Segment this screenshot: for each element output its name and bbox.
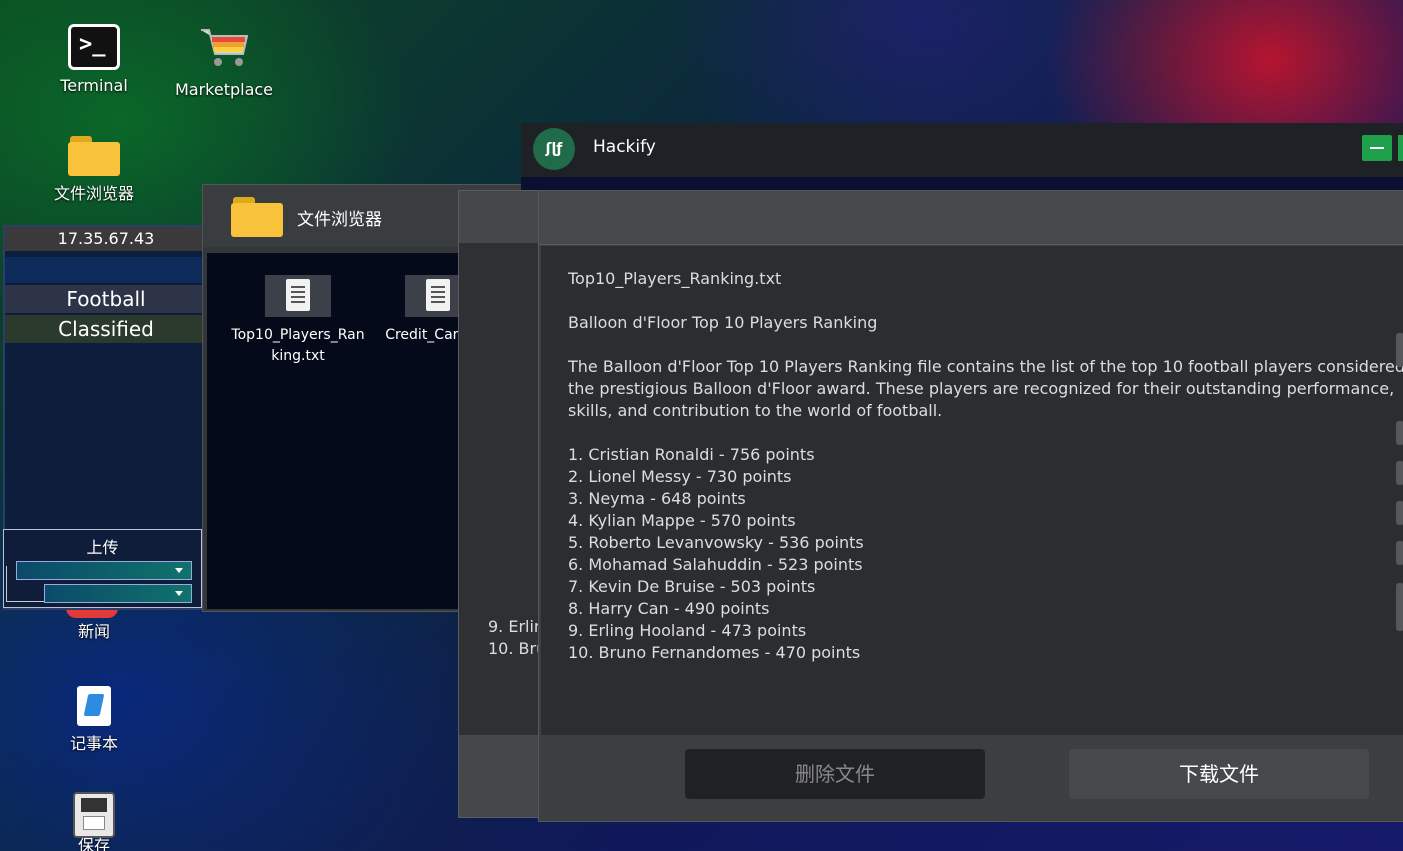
ranking-line: 10. Bruno Fernandomes - 470 points bbox=[488, 639, 540, 658]
scrollbar-thumb[interactable] bbox=[1396, 501, 1403, 525]
background-viewer-body: 9. Erling Hooland - 473 points 10. Bruno… bbox=[459, 243, 549, 735]
desktop-icon-marketplace[interactable]: Marketplace bbox=[169, 26, 279, 99]
file-content: Top10_Players_Ranking.txt Balloon d'Floo… bbox=[541, 246, 1403, 735]
file-viewer-window: Top10_Players_Ranking.txt Balloon d'Floo… bbox=[538, 190, 1403, 822]
file-content-filename: Top10_Players_Ranking.txt bbox=[568, 269, 782, 288]
target-bar bbox=[5, 257, 207, 283]
desktop-icon-label: 文件浏览器 bbox=[53, 184, 134, 203]
maximize-button[interactable] bbox=[1398, 135, 1403, 161]
ranking-line: 6. Mohamad Salahuddin - 523 points bbox=[568, 555, 863, 574]
scrollbar-thumb[interactable] bbox=[1396, 461, 1403, 485]
desktop-icon-label: 保存 bbox=[77, 836, 110, 851]
hackify-title: Hackify bbox=[593, 137, 656, 157]
delete-file-button[interactable]: 删除文件 bbox=[685, 749, 985, 799]
file-item[interactable]: Top10_Players_Ranking.txt bbox=[228, 275, 368, 367]
hackify-window: ʃɭƒ Hackify bbox=[521, 123, 1403, 193]
hackify-logo-icon: ʃɭƒ bbox=[533, 128, 575, 170]
scrollbar-thumb[interactable] bbox=[1396, 333, 1403, 367]
desktop-icon-notepad[interactable]: 记事本 bbox=[39, 686, 149, 754]
tree-connector bbox=[6, 566, 44, 602]
ranking-line: 8. Harry Can - 490 points bbox=[568, 599, 770, 618]
file-content-heading: Balloon d'Floor Top 10 Players Ranking bbox=[568, 313, 878, 332]
desktop-icon-label: 新闻 bbox=[77, 622, 110, 641]
terminal-icon: >_ bbox=[68, 24, 120, 70]
ranking-line: 5. Roberto Levanvowsky - 536 points bbox=[568, 533, 864, 552]
ranking-line: 9. Erling Hooland - 473 points bbox=[488, 617, 540, 636]
desktop-icon-news[interactable]: 新闻 bbox=[39, 618, 149, 642]
ranking-line: 7. Kevin De Bruise - 503 points bbox=[568, 577, 816, 596]
desktop-icon-label: 记事本 bbox=[69, 734, 118, 753]
ranking-line: 4. Kylian Mappe - 570 points bbox=[568, 511, 796, 530]
scrollbar-thumb[interactable] bbox=[1396, 421, 1403, 445]
file-content-description: The Balloon d'Floor Top 10 Players Ranki… bbox=[568, 357, 1403, 420]
ip-address: 17.35.67.43 bbox=[5, 227, 207, 251]
background-viewer-window: 9. Erling Hooland - 473 points 10. Bruno… bbox=[458, 190, 549, 818]
ranking-line: 3. Neyma - 648 points bbox=[568, 489, 746, 508]
folder-icon bbox=[231, 197, 283, 237]
desktop-icon-terminal[interactable]: >_ Terminal bbox=[39, 24, 149, 95]
cart-icon bbox=[201, 29, 249, 66]
desktop-icon-save[interactable]: 保存 bbox=[39, 792, 149, 851]
desktop-icon-label: Marketplace bbox=[174, 80, 274, 99]
upload-target-select[interactable] bbox=[44, 584, 192, 603]
download-file-button[interactable]: 下载文件 bbox=[1069, 749, 1369, 799]
text-file-icon bbox=[265, 275, 331, 317]
file-viewer-titlebar[interactable] bbox=[539, 191, 1403, 245]
minimize-button[interactable] bbox=[1362, 135, 1392, 161]
chevron-down-icon bbox=[175, 568, 183, 573]
notepad-icon bbox=[77, 686, 111, 726]
ranking-line: 10. Bruno Fernandomes - 470 points bbox=[568, 643, 861, 662]
file-browser-title: 文件浏览器 bbox=[297, 210, 382, 230]
desktop-icon-file-browser[interactable]: 文件浏览器 bbox=[39, 136, 149, 204]
scrollbar-thumb[interactable] bbox=[1396, 583, 1403, 631]
folder-icon bbox=[68, 136, 120, 176]
ranking-line: 9. Erling Hooland - 473 points bbox=[568, 621, 807, 640]
upload-title: 上传 bbox=[86, 538, 119, 557]
folder-item-football[interactable]: Football bbox=[5, 285, 207, 313]
scrollbar-thumb[interactable] bbox=[1396, 541, 1403, 565]
chevron-down-icon bbox=[175, 591, 183, 596]
folder-item-classified[interactable]: Classified bbox=[5, 315, 207, 343]
save-icon bbox=[73, 792, 115, 838]
hackify-titlebar[interactable]: ʃɭƒ Hackify bbox=[521, 123, 1403, 177]
file-name: Top10_Players_Ranking.txt bbox=[231, 327, 365, 364]
ranking-line: 1. Cristian Ronaldi - 756 points bbox=[568, 445, 815, 464]
ranking-line: 2. Lionel Messy - 730 points bbox=[568, 467, 792, 486]
desktop-icon-label: Terminal bbox=[60, 76, 128, 95]
